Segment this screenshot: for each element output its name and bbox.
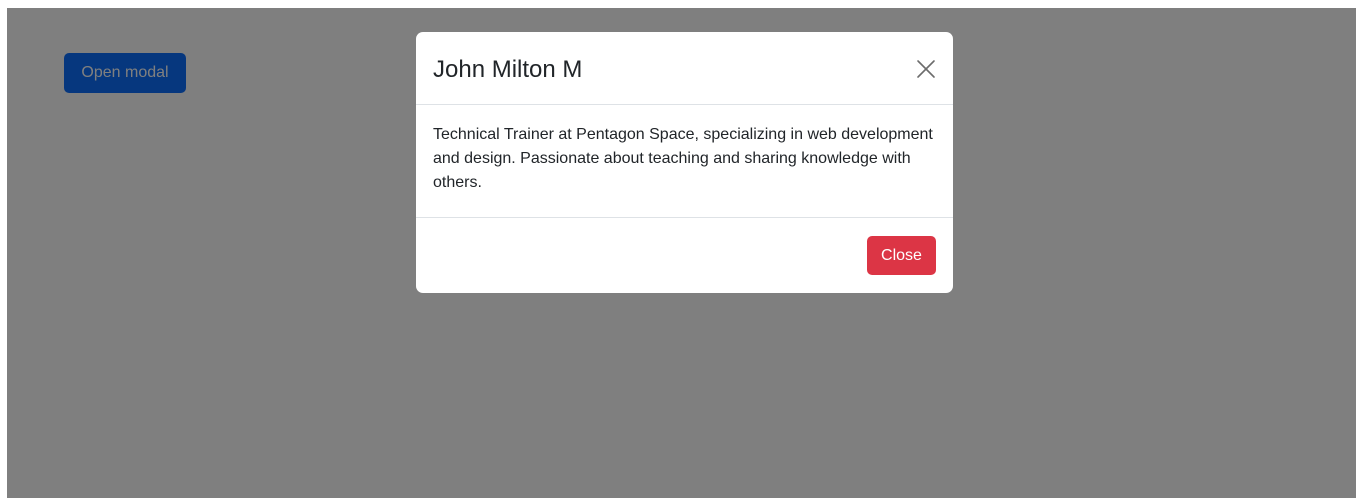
page-viewport: Open modal John Milton M Technical Train… (7, 8, 1356, 498)
modal-title: John Milton M (433, 56, 583, 83)
modal-header: John Milton M (416, 32, 953, 105)
modal-dialog: John Milton M Technical Trainer at Penta… (416, 32, 953, 293)
modal-body: Technical Trainer at Pentagon Space, spe… (416, 105, 953, 218)
close-icon[interactable] (912, 55, 940, 83)
close-button[interactable]: Close (867, 236, 936, 275)
modal-body-text: Technical Trainer at Pentagon Space, spe… (433, 126, 933, 191)
